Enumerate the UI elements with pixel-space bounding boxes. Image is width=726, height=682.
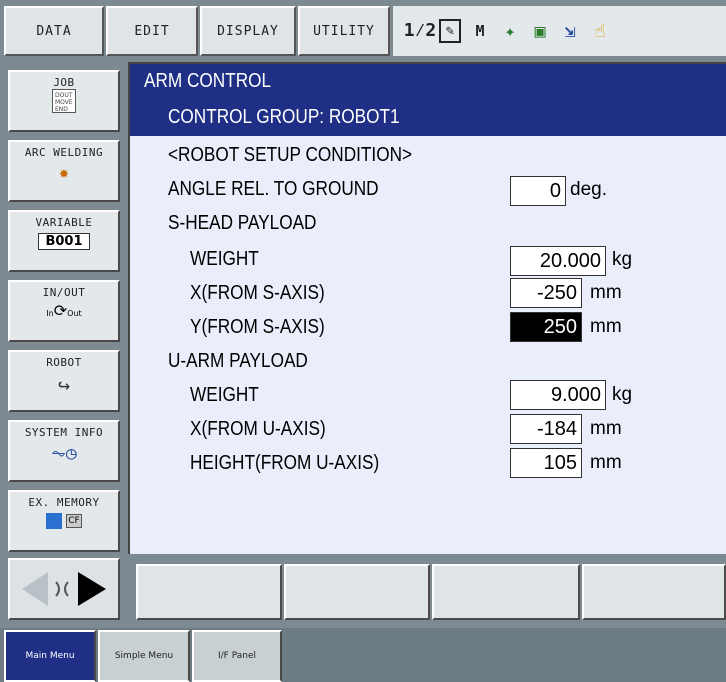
control-group: CONTROL GROUP: ROBOT1 xyxy=(168,106,400,128)
uarm-x-unit: mm xyxy=(590,418,622,439)
uarm-height-label: HEIGHT(FROM U-AXIS) xyxy=(190,452,380,474)
shead-x-label: X(FROM S-AXIS) xyxy=(190,282,325,304)
job-menu-button[interactable]: JOB DOUT MOVE END xyxy=(8,70,120,132)
shead-y-label: Y(FROM S-AXIS) xyxy=(190,316,325,338)
next-page-arrow[interactable] xyxy=(78,572,106,606)
uarm-weight-unit: kg xyxy=(612,384,633,405)
prev-page-arrow[interactable] xyxy=(22,572,48,606)
axis-order-icon: 1⁄2 xyxy=(403,20,437,41)
in-out-icon: In⟳Out xyxy=(46,301,82,320)
page-arrows xyxy=(8,558,120,620)
in-out-label: IN/OUT xyxy=(42,286,86,299)
teach-mode-icon: M xyxy=(475,22,485,40)
angle-label: ANGLE REL. TO GROUND xyxy=(168,178,379,200)
data-menu-button[interactable]: DATA xyxy=(4,6,104,56)
bottom-tab-bar: Main Menu Simple Menu I/F Panel xyxy=(0,628,726,682)
angle-unit: deg. xyxy=(570,179,607,200)
jog-icon: ⇲ xyxy=(564,20,576,42)
uarm-payload-title: U-ARM PAYLOAD xyxy=(168,350,308,372)
shead-y-field[interactable]: 250 xyxy=(510,312,582,342)
tool-icon: ▣ xyxy=(534,20,546,42)
memory-card-icon: CF xyxy=(46,513,82,529)
display-menu-button[interactable]: DISPLAY xyxy=(200,6,296,56)
uarm-height-unit: mm xyxy=(590,452,622,473)
welding-torch-icon: ✸ xyxy=(59,163,69,182)
system-info-icon: ⏦◷ xyxy=(51,443,77,464)
tab-if-panel[interactable]: I/F Panel xyxy=(192,630,282,682)
soft-key-2[interactable] xyxy=(284,564,430,620)
arc-welding-menu-button[interactable]: ARC WELDING ✸ xyxy=(8,140,120,202)
in-out-menu-button[interactable]: IN/OUT In⟳Out xyxy=(8,280,120,342)
arc-welding-label: ARC WELDING xyxy=(24,146,104,159)
uarm-x-label: X(FROM U-AXIS) xyxy=(190,418,326,440)
variable-menu-button[interactable]: VARIABLE B001 xyxy=(8,210,120,272)
shead-y-unit: mm xyxy=(590,316,622,337)
edit-mode-icon: ✎ xyxy=(439,19,461,43)
ex-memory-menu-button[interactable]: EX. MEMORY CF xyxy=(8,490,120,552)
coordinate-icon: ✦ xyxy=(504,20,516,42)
uarm-weight-field[interactable]: 9.000 xyxy=(510,380,606,410)
shead-weight-field[interactable]: 20.000 xyxy=(510,246,606,276)
angle-field[interactable]: 0 xyxy=(510,176,566,206)
uarm-weight-label: WEIGHT xyxy=(190,384,259,406)
tab-simple-menu[interactable]: Simple Menu xyxy=(98,630,190,682)
job-icon: DOUT MOVE END xyxy=(52,89,76,113)
soft-key-1[interactable] xyxy=(136,564,282,620)
ex-memory-label: EX. MEMORY xyxy=(28,496,100,509)
job-label: JOB xyxy=(53,76,75,89)
setup-section-title: <ROBOT SETUP CONDITION> xyxy=(168,144,413,166)
shead-weight-unit: kg xyxy=(612,249,633,270)
page-arrows-icon xyxy=(22,572,106,606)
system-info-label: SYSTEM INFO xyxy=(24,426,104,439)
main-content: ARM CONTROL CONTROL GROUP: ROBOT1 <ROBOT… xyxy=(128,62,726,554)
utility-menu-button[interactable]: UTILITY xyxy=(298,6,390,56)
robot-menu-button[interactable]: ROBOT ↪ xyxy=(8,350,120,412)
shead-weight-label: WEIGHT xyxy=(190,248,259,270)
system-info-menu-button[interactable]: SYSTEM INFO ⏦◷ xyxy=(8,420,120,482)
soft-key-4[interactable] xyxy=(582,564,726,620)
edit-menu-button[interactable]: EDIT xyxy=(106,6,198,56)
shead-x-unit: mm xyxy=(590,282,622,303)
shead-payload-title: S-HEAD PAYLOAD xyxy=(168,212,317,234)
robot-arm-icon: ↪ xyxy=(57,373,71,397)
shead-x-field[interactable]: -250 xyxy=(510,278,582,308)
status-icon-strip: 1⁄2 ✎ M ✦ ▣ ⇲ ☝ xyxy=(393,6,726,56)
soft-key-3[interactable] xyxy=(432,564,580,620)
hand-icon[interactable]: ☝ xyxy=(589,17,611,45)
side-menu: JOB DOUT MOVE END ARC WELDING ✸ VARIABLE… xyxy=(0,62,128,628)
uarm-x-field[interactable]: -184 xyxy=(510,414,582,444)
variable-badge: B001 xyxy=(38,233,90,250)
variable-label: VARIABLE xyxy=(35,216,93,229)
uarm-height-field[interactable]: 105 xyxy=(510,448,582,478)
tab-main-menu[interactable]: Main Menu xyxy=(4,630,96,682)
robot-label: ROBOT xyxy=(46,356,82,369)
top-menu-bar: DATA EDIT DISPLAY UTILITY 1⁄2 ✎ M ✦ ▣ ⇲ … xyxy=(0,0,726,62)
page-title: ARM CONTROL xyxy=(144,70,272,92)
soft-key-bar xyxy=(128,554,726,628)
